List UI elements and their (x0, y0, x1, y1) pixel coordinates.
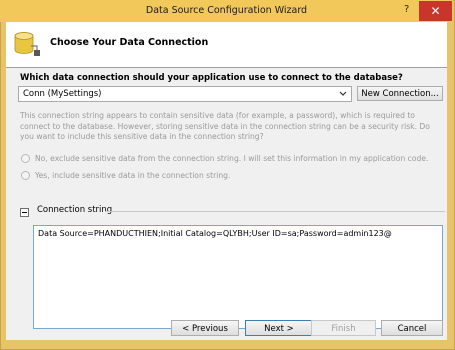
previous-button[interactable]: < Previous (171, 320, 239, 336)
next-label: Next > (264, 324, 294, 334)
wizard-body: Choose Your Data Connection Which data c… (6, 22, 447, 340)
page-title: Choose Your Data Connection (50, 37, 209, 48)
cancel-button[interactable]: Cancel (381, 320, 443, 336)
radio-include-label: Yes, include sensitive data in the conne… (35, 171, 231, 180)
connection-string-label: Connection string (37, 205, 113, 215)
window-title: Data Source Configuration Wizard (145, 5, 308, 16)
connection-question: Which data connection should your applic… (20, 73, 403, 83)
close-button[interactable]: ✕ (419, 1, 452, 21)
radio-exclude-label: No, exclude sensitive data from the conn… (35, 154, 429, 163)
radio-exclude-sensitive[interactable] (21, 154, 30, 163)
wizard-header: Choose Your Data Connection (6, 22, 447, 68)
finish-button[interactable]: Finish (311, 320, 376, 336)
database-icon (14, 32, 40, 56)
new-connection-button[interactable]: New Connection... (357, 86, 443, 101)
radio-include-sensitive[interactable] (21, 171, 30, 180)
finish-label: Finish (331, 324, 356, 334)
previous-label: < Previous (182, 324, 228, 334)
cancel-label: Cancel (397, 324, 427, 334)
sensitive-data-notice: This connection string appears to contai… (20, 111, 430, 141)
next-button[interactable]: Next > (245, 320, 313, 336)
connection-string-field[interactable]: Data Source=PHANDUCTHIEN;Initial Catalog… (33, 225, 443, 329)
connection-string-value: Data Source=PHANDUCTHIEN;Initial Catalog… (38, 229, 392, 238)
connection-select[interactable]: Conn (MySettings) (18, 86, 352, 102)
group-divider (105, 211, 445, 212)
collapse-icon[interactable] (20, 208, 29, 217)
help-button[interactable]: ? (404, 4, 409, 15)
connection-select-value: Conn (MySettings) (23, 88, 102, 99)
title-bar[interactable]: Data Source Configuration Wizard ? ✕ (0, 0, 453, 22)
chevron-down-icon[interactable] (337, 87, 349, 101)
new-connection-label: New Connection... (361, 89, 439, 99)
